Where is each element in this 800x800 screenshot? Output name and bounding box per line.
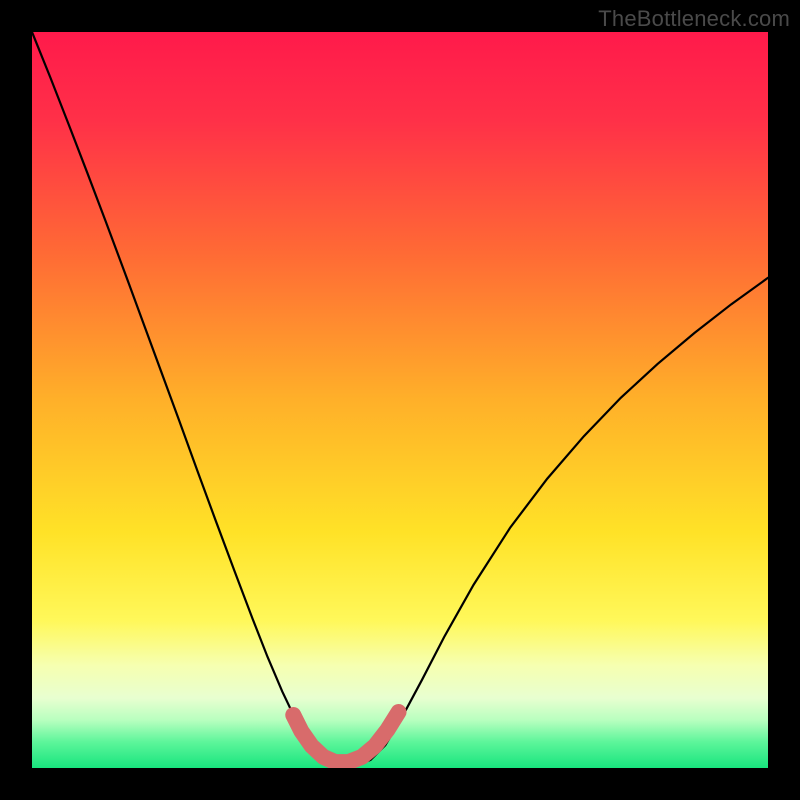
gradient-background	[32, 32, 768, 768]
plot-area	[32, 32, 768, 768]
chart-svg	[32, 32, 768, 768]
outer-frame: TheBottleneck.com	[0, 0, 800, 800]
watermark-text: TheBottleneck.com	[598, 6, 790, 32]
